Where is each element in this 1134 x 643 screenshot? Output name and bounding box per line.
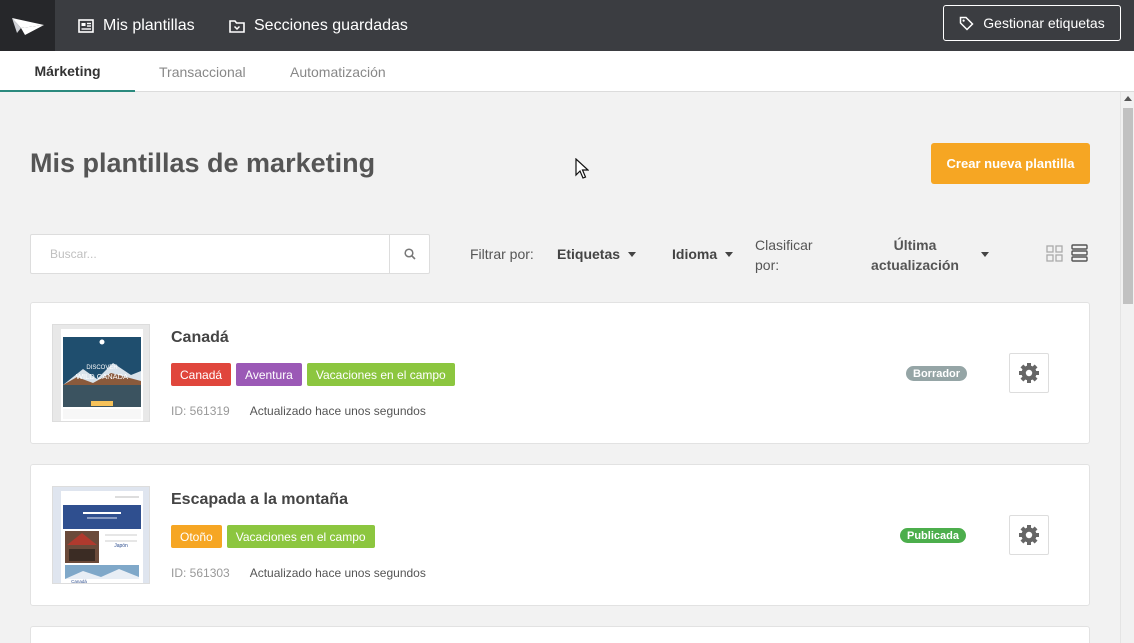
template-tags: Otoño Vacaciones en el campo <box>171 525 375 548</box>
template-id: ID: 561303 <box>171 566 230 580</box>
top-bar: Mis plantillas Secciones guardadas Gesti… <box>0 0 1134 51</box>
page-scrollbar[interactable] <box>1120 92 1134 643</box>
tab-marketing[interactable]: Márketing <box>0 51 135 92</box>
scroll-thumb[interactable] <box>1123 108 1133 304</box>
category-tabs: Márketing Transaccional Automatización <box>0 51 1134 92</box>
folder-save-icon <box>229 19 245 33</box>
status-badge: Publicada <box>900 528 966 543</box>
paper-plane-logo-icon <box>11 17 44 35</box>
grid-view-icon[interactable] <box>1046 245 1063 267</box>
filter-label: Filtrar por: <box>470 246 534 262</box>
template-settings-button[interactable] <box>1009 515 1049 555</box>
app-logo[interactable] <box>0 0 55 51</box>
search-box <box>30 234 430 274</box>
template-card[interactable] <box>30 626 1090 643</box>
tag-icon <box>959 16 974 31</box>
caret-down-icon <box>725 251 734 257</box>
template-name[interactable]: Escapada a la montaña <box>171 491 348 509</box>
nav-saved-sections-label: Secciones guardadas <box>254 16 408 34</box>
tag-badge[interactable]: Aventura <box>236 363 302 386</box>
thumb-text-japon: Japón <box>114 543 128 549</box>
manage-tags-button[interactable]: Gestionar etiquetas <box>943 5 1121 41</box>
nav-saved-sections[interactable]: Secciones guardadas <box>229 0 408 51</box>
create-template-button[interactable]: Crear nueva plantilla <box>931 143 1090 184</box>
search-button[interactable] <box>389 235 429 273</box>
tag-badge[interactable]: Vacaciones en el campo <box>306 363 455 386</box>
tag-badge[interactable]: Otoño <box>171 525 222 548</box>
list-view-icon[interactable] <box>1071 244 1088 267</box>
tab-automation[interactable]: Automatización <box>290 51 386 92</box>
template-card[interactable]: DISCOVER WILD CANADA Canadá Canadá Avent… <box>30 302 1090 444</box>
tag-badge[interactable]: Canadá <box>171 363 232 386</box>
sort-label: Clasificar por: <box>755 237 813 273</box>
template-id: ID: 561319 <box>171 404 230 418</box>
gear-icon <box>1019 525 1039 545</box>
caret-down-icon <box>628 251 637 257</box>
template-meta: ID: 561319 Actualizado hace unos segundo… <box>171 404 426 418</box>
thumb-text-discover: DISCOVER <box>86 365 118 371</box>
template-thumbnail[interactable]: DISCOVER WILD CANADA <box>52 324 150 422</box>
manage-tags-label: Gestionar etiquetas <box>983 15 1105 31</box>
search-icon <box>403 248 416 260</box>
nav-my-templates-label: Mis plantillas <box>103 16 195 34</box>
mouse-cursor-icon <box>575 157 590 184</box>
template-icon <box>78 18 94 33</box>
template-name[interactable]: Canadá <box>171 329 229 347</box>
template-card[interactable]: Japón Canadá Escapada a la montaña Otoño… <box>30 464 1090 606</box>
sort-dropdown[interactable]: Última actualización <box>860 235 970 275</box>
thumb-text-canada: Canadá <box>71 579 87 584</box>
scroll-up-arrow-icon[interactable] <box>1124 96 1132 101</box>
filter-language-dropdown[interactable]: Idioma <box>672 246 734 262</box>
filter-tags-label: Etiquetas <box>557 246 621 262</box>
thumb-text-wild-canada: WILD CANADA <box>76 372 128 381</box>
caret-down-icon[interactable] <box>981 252 989 257</box>
filter-tags-dropdown[interactable]: Etiquetas <box>557 246 637 262</box>
template-settings-button[interactable] <box>1009 353 1049 393</box>
template-tags: Canadá Aventura Vacaciones en el campo <box>171 363 455 386</box>
template-updated: Actualizado hace unos segundos <box>249 566 426 580</box>
filter-language-label: Idioma <box>672 246 718 262</box>
nav-my-templates[interactable]: Mis plantillas <box>78 0 195 51</box>
gear-icon <box>1019 363 1039 383</box>
tab-transactional[interactable]: Transaccional <box>159 51 246 92</box>
page-title: Mis plantillas de marketing <box>30 148 376 178</box>
template-updated: Actualizado hace unos segundos <box>249 404 426 418</box>
tag-badge[interactable]: Vacaciones en el campo <box>226 525 375 548</box>
template-thumbnail[interactable]: Japón Canadá <box>52 486 150 584</box>
search-input[interactable] <box>31 235 389 273</box>
template-meta: ID: 561303 Actualizado hace unos segundo… <box>171 566 426 580</box>
status-badge: Borrador <box>906 366 968 381</box>
